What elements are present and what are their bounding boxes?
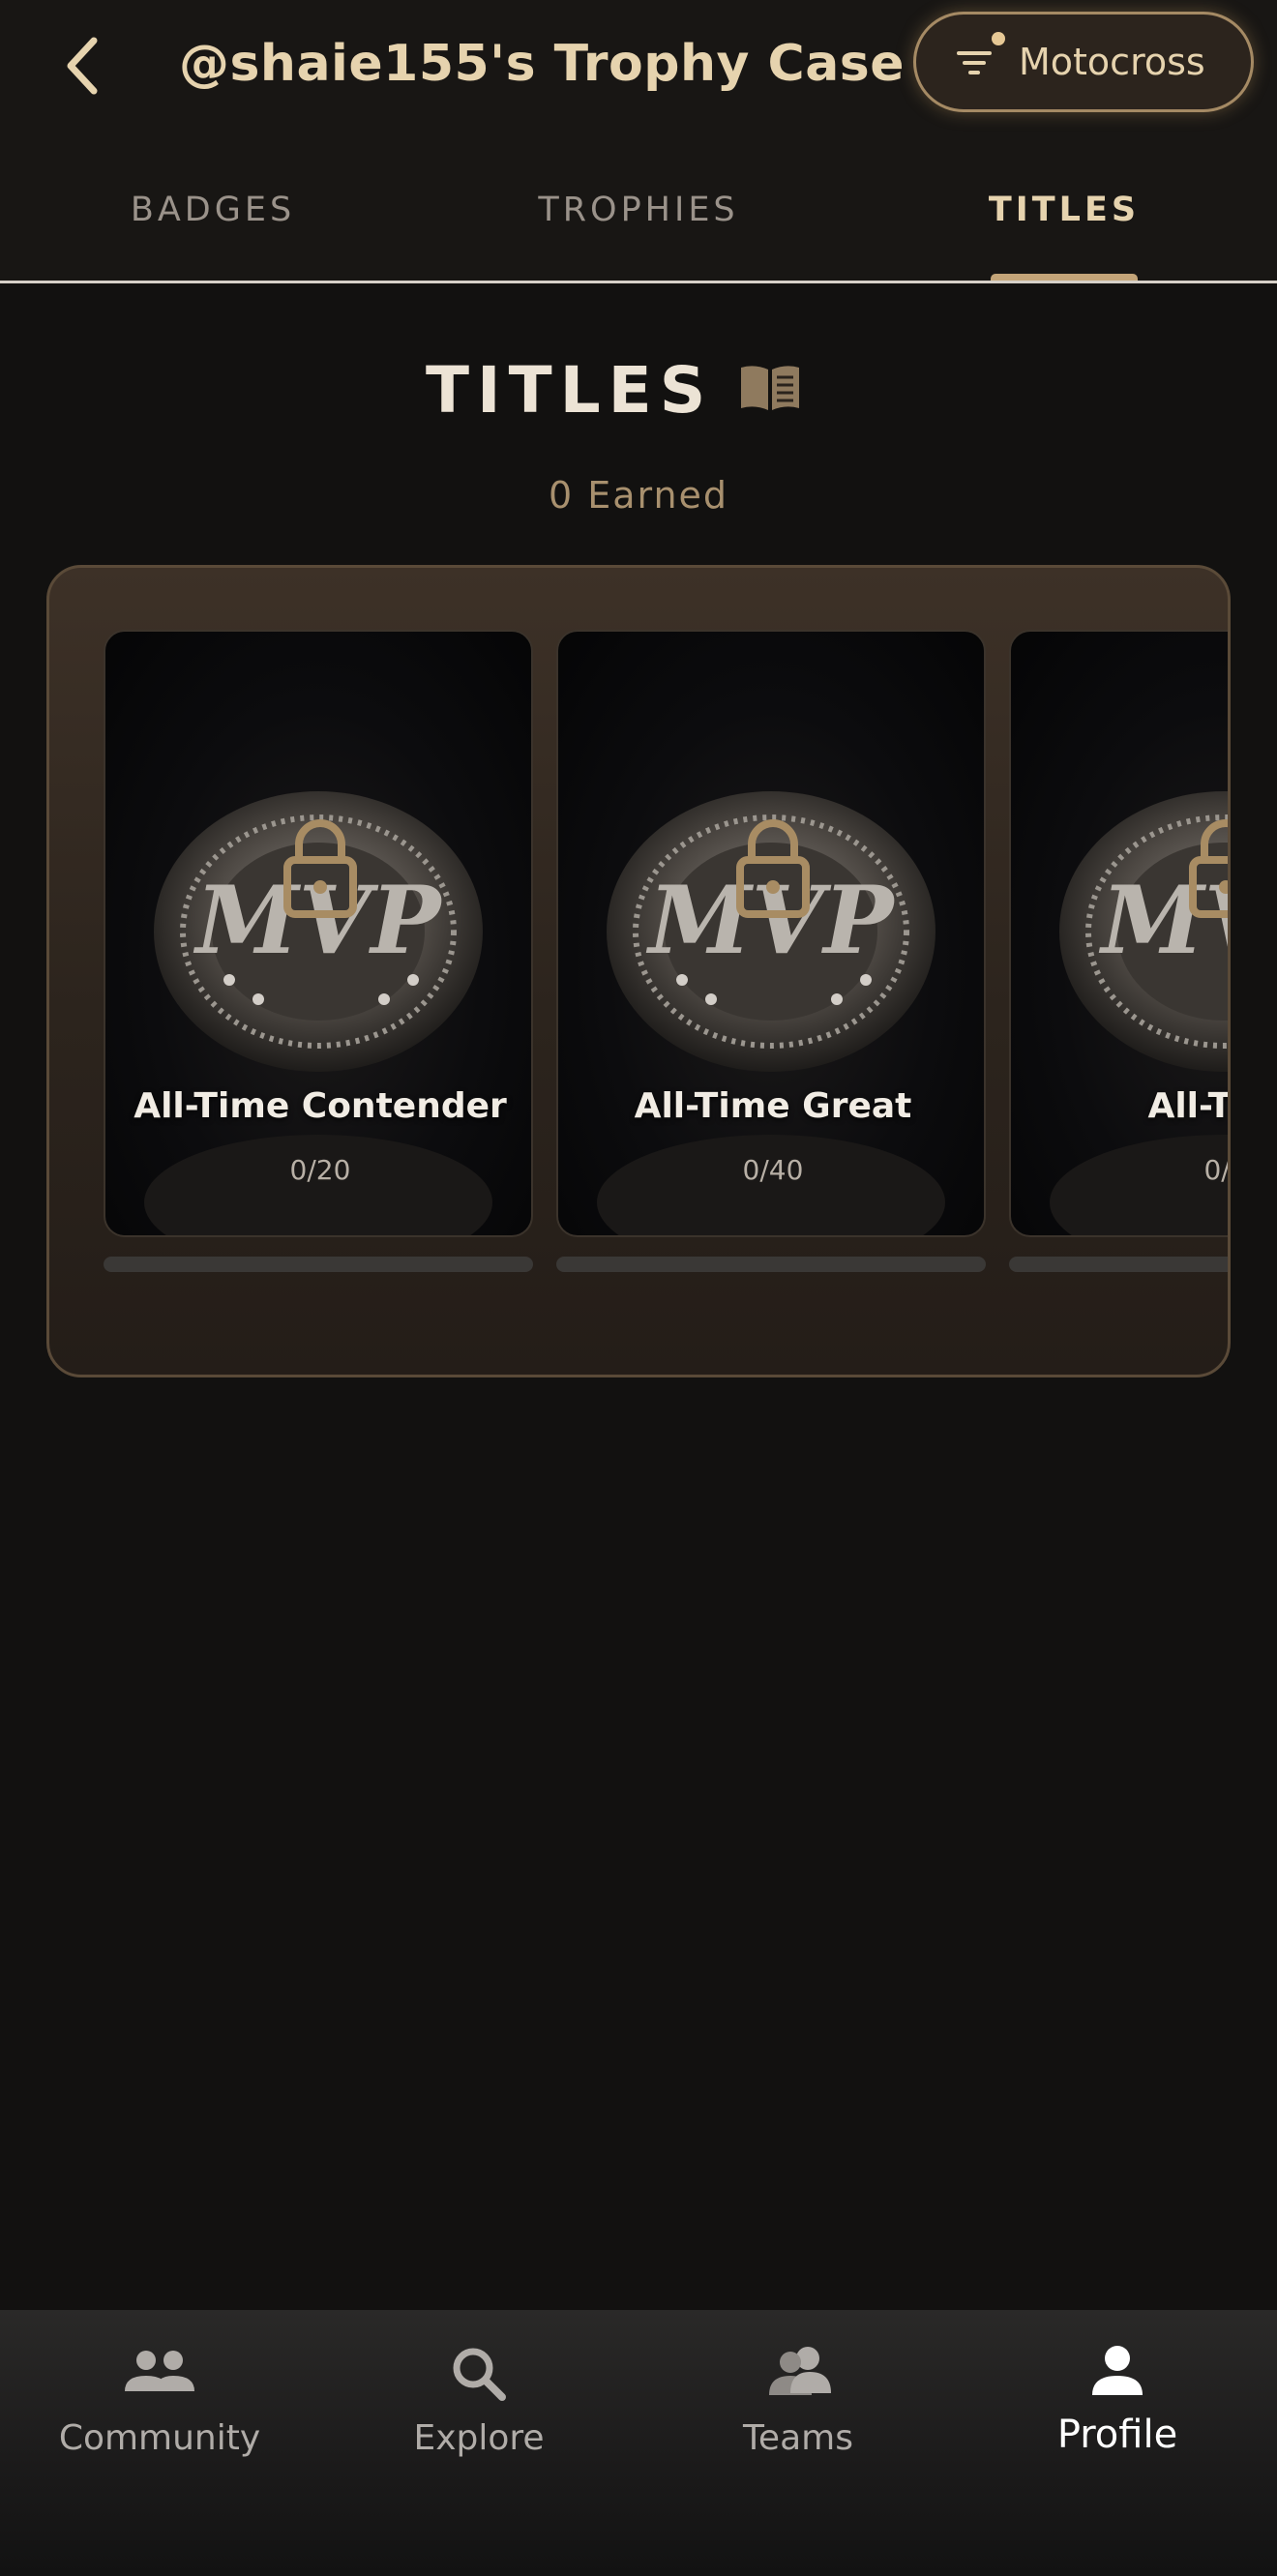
title-card[interactable]: MVP All-Time Great 0/40	[556, 630, 986, 1237]
nav-teams[interactable]: Teams	[638, 2310, 958, 2576]
title-card[interactable]: MVP All-Time Contender 0/20	[104, 630, 533, 1237]
title-name: All-Time	[1147, 1086, 1231, 1126]
title-progress-bar	[104, 1257, 533, 1272]
teams-icon	[769, 2347, 831, 2395]
title-name: All-Time Great	[634, 1086, 912, 1126]
search-icon	[453, 2348, 506, 2401]
nav-explore[interactable]: Explore	[319, 2310, 638, 2576]
title-progress-bar	[1009, 1257, 1228, 1272]
carousel-track: MVP All-Time Contender 0/20 MVP All-Time…	[104, 630, 1231, 1307]
filter-label: Motocross	[1019, 41, 1205, 83]
nav-label: Profile	[1056, 2413, 1178, 2457]
nav-label: Community	[58, 2418, 261, 2458]
lock-icon	[1189, 819, 1228, 918]
tab-bar: BADGES TROPHIES TITLES	[0, 164, 1277, 282]
title-card[interactable]: MVP All-Time 0/7	[1009, 630, 1231, 1237]
tabs-divider	[0, 281, 1277, 283]
lock-icon	[736, 819, 810, 918]
title-card-wrapper: MVP All-Time 0/7	[1009, 630, 1231, 1272]
filter-icon	[957, 32, 1005, 82]
nav-profile[interactable]: Profile	[958, 2310, 1277, 2576]
titles-carousel[interactable]: MVP All-Time Contender 0/20 MVP All-Time…	[46, 565, 1231, 1377]
filter-active-dot	[992, 32, 1005, 45]
lock-icon	[283, 819, 357, 918]
section-title: TITLES	[426, 353, 714, 428]
page-title: @shaie155's Trophy Case	[178, 35, 905, 93]
app-root: @shaie155's Trophy Case Motocross BADGES…	[0, 0, 1277, 2576]
back-button[interactable]	[48, 27, 116, 104]
title-progress-bar	[556, 1257, 986, 1272]
title-card-wrapper: MVP All-Time Contender 0/20	[104, 630, 533, 1272]
header: @shaie155's Trophy Case Motocross BADGES…	[0, 0, 1277, 283]
tab-badges[interactable]: BADGES	[0, 164, 426, 282]
community-icon	[125, 2351, 194, 2391]
title-progress-text: 0/20	[289, 1154, 351, 1186]
title-name: All-Time Contender	[134, 1086, 507, 1126]
book-icon[interactable]	[737, 362, 803, 416]
earned-count: 0 Earned	[548, 474, 729, 517]
chevron-left-icon	[67, 37, 98, 95]
nav-label: Teams	[743, 2418, 853, 2458]
nav-community[interactable]: Community	[0, 2310, 319, 2576]
title-progress-text: 0/40	[742, 1154, 804, 1186]
title-card-wrapper: MVP All-Time Great 0/40	[556, 630, 986, 1272]
title-progress-text: 0/7	[1203, 1154, 1231, 1186]
tab-trophies[interactable]: TROPHIES	[426, 164, 851, 282]
bottom-nav: Community Explore Teams Profile	[0, 2310, 1277, 2576]
sport-filter-button[interactable]: Motocross	[913, 12, 1254, 112]
tab-titles[interactable]: TITLES	[851, 164, 1277, 282]
profile-icon	[1092, 2346, 1143, 2395]
nav-label: Explore	[413, 2418, 545, 2458]
